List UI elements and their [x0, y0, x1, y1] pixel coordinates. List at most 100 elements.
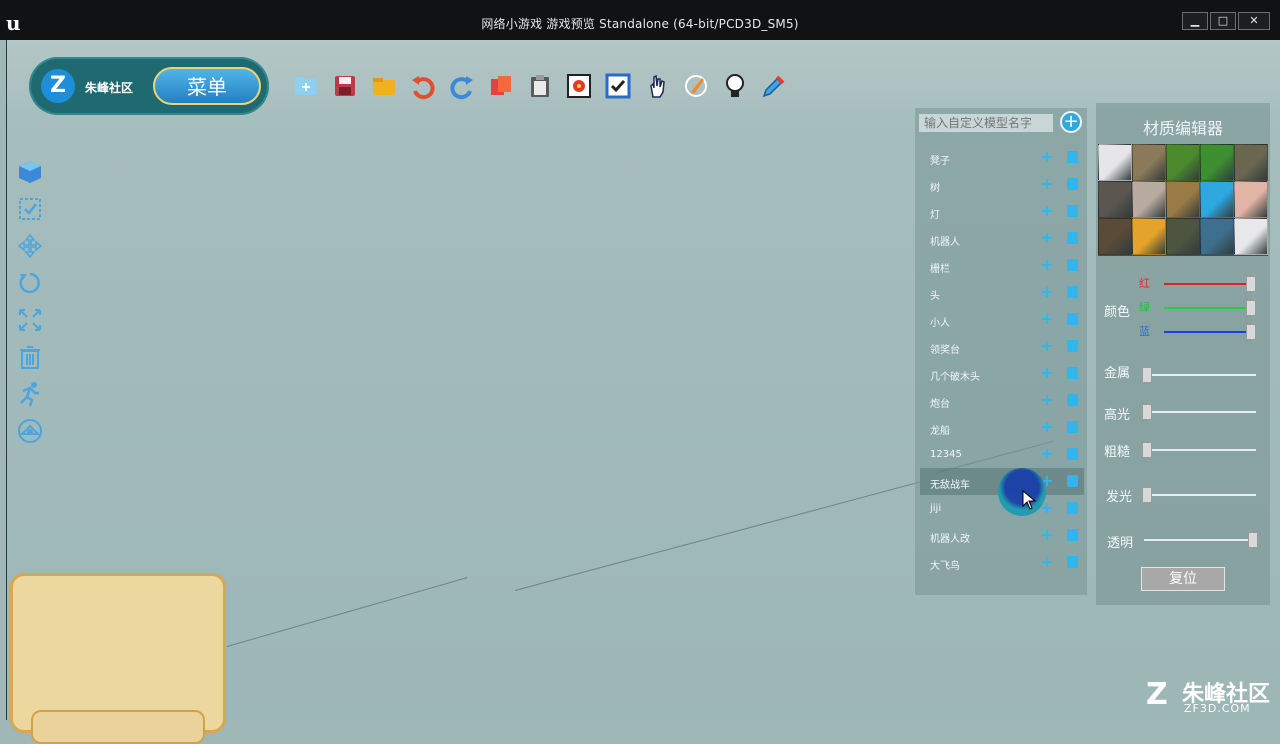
material-swatch[interactable]: [1200, 181, 1234, 218]
add-model-icon[interactable]: +: [1040, 203, 1054, 219]
delete-model-icon[interactable]: [1067, 205, 1078, 217]
add-model-icon[interactable]: +: [1040, 257, 1054, 273]
add-model-icon[interactable]: +: [1040, 446, 1054, 462]
blue-slider-knob[interactable]: [1246, 324, 1256, 340]
model-list-item[interactable]: 凳子 +: [920, 144, 1084, 171]
model-list-item[interactable]: 树 +: [920, 171, 1084, 198]
delete-model-icon[interactable]: [1067, 421, 1078, 433]
model-list-item[interactable]: 领奖台 +: [920, 333, 1084, 360]
roughness-slider-knob[interactable]: [1142, 442, 1152, 458]
delete-model-icon[interactable]: [1067, 259, 1078, 271]
window-titlebar[interactable]: u 网络小游戏 游戏预览 Standalone (64-bit/PCD3D_SM…: [0, 0, 1280, 40]
green-slider-track[interactable]: [1164, 307, 1256, 309]
specular-slider-knob[interactable]: [1142, 404, 1152, 420]
delete-model-icon[interactable]: [1067, 286, 1078, 298]
metal-slider-track[interactable]: [1142, 374, 1256, 376]
material-swatch[interactable]: [1200, 218, 1234, 255]
red-slider-track[interactable]: [1164, 283, 1256, 285]
delete-model-icon[interactable]: [1067, 232, 1078, 244]
material-swatch[interactable]: [1098, 218, 1132, 255]
add-model-icon[interactable]: +: [1040, 527, 1054, 543]
emissive-slider-knob[interactable]: [1142, 487, 1152, 503]
material-swatch[interactable]: [1098, 144, 1132, 181]
delete-model-icon[interactable]: [1067, 448, 1078, 460]
add-model-icon[interactable]: +: [1040, 392, 1054, 408]
specular-slider-track[interactable]: [1142, 411, 1256, 413]
add-folder-icon[interactable]: [290, 70, 321, 101]
redo-icon[interactable]: [446, 70, 477, 101]
hand-icon[interactable]: [641, 70, 672, 101]
delete-model-icon[interactable]: [1067, 502, 1078, 514]
delete-model-icon[interactable]: [1067, 313, 1078, 325]
material-swatch[interactable]: [1098, 181, 1132, 218]
camera-icon[interactable]: [16, 417, 44, 445]
delete-model-icon[interactable]: [1067, 556, 1078, 568]
material-swatch[interactable]: [1200, 144, 1234, 181]
model-list-item[interactable]: 龙船 +: [920, 414, 1084, 441]
target-icon[interactable]: [563, 70, 594, 101]
model-list-item[interactable]: 12345 +: [920, 441, 1084, 468]
model-search-input[interactable]: [918, 113, 1054, 133]
model-list-item[interactable]: 头 +: [920, 279, 1084, 306]
add-model-icon[interactable]: +: [1040, 554, 1054, 570]
undo-icon[interactable]: [407, 70, 438, 101]
move-icon[interactable]: [16, 232, 44, 260]
add-model-icon[interactable]: +: [1040, 311, 1054, 327]
model-list-item[interactable]: 大飞鸟 +: [920, 549, 1084, 576]
model-list-item[interactable]: 栅栏 +: [920, 252, 1084, 279]
emissive-slider-track[interactable]: [1142, 494, 1256, 496]
delete-model-icon[interactable]: [1067, 367, 1078, 379]
cube-icon[interactable]: [16, 158, 44, 186]
red-slider-knob[interactable]: [1246, 276, 1256, 292]
delete-model-icon[interactable]: [1067, 529, 1078, 541]
delete-model-icon[interactable]: [1067, 475, 1078, 487]
metal-slider-knob[interactable]: [1142, 367, 1152, 383]
opacity-slider-knob[interactable]: [1248, 532, 1258, 548]
run-icon[interactable]: [16, 380, 44, 408]
minimize-button[interactable]: ▁: [1182, 12, 1208, 30]
select-icon[interactable]: [16, 195, 44, 223]
model-list-item[interactable]: 几个破木头 +: [920, 360, 1084, 387]
scale-icon[interactable]: [16, 306, 44, 334]
green-slider-knob[interactable]: [1246, 300, 1256, 316]
add-model-icon[interactable]: +: [1040, 419, 1054, 435]
material-swatch[interactable]: [1234, 218, 1268, 255]
material-swatch[interactable]: [1234, 144, 1268, 181]
model-list-item[interactable]: 小人 +: [920, 306, 1084, 333]
delete-model-icon[interactable]: [1067, 178, 1078, 190]
material-swatch[interactable]: [1166, 144, 1200, 181]
add-model-button[interactable]: +: [1060, 111, 1082, 133]
checkbox-icon[interactable]: [602, 70, 633, 101]
menu-button[interactable]: 菜单: [153, 67, 261, 105]
delete-model-icon[interactable]: [1067, 340, 1078, 352]
model-list-item[interactable]: 机器人改 +: [920, 522, 1084, 549]
add-model-icon[interactable]: +: [1040, 365, 1054, 381]
add-model-icon[interactable]: +: [1040, 176, 1054, 192]
rotate-icon[interactable]: [16, 269, 44, 297]
material-swatch[interactable]: [1166, 181, 1200, 218]
material-swatch[interactable]: [1166, 218, 1200, 255]
add-model-icon[interactable]: +: [1040, 149, 1054, 165]
blue-slider-track[interactable]: [1164, 331, 1256, 333]
material-swatch[interactable]: [1234, 181, 1268, 218]
add-model-icon[interactable]: +: [1040, 338, 1054, 354]
trash-icon[interactable]: [16, 343, 44, 371]
close-button[interactable]: ✕: [1238, 12, 1270, 30]
roughness-slider-track[interactable]: [1142, 449, 1256, 451]
maximize-button[interactable]: □: [1210, 12, 1236, 30]
model-list-item[interactable]: 炮台 +: [920, 387, 1084, 414]
paste-icon[interactable]: [524, 70, 555, 101]
copy-icon[interactable]: [485, 70, 516, 101]
save-icon[interactable]: [329, 70, 360, 101]
open-folder-icon[interactable]: [368, 70, 399, 101]
add-model-icon[interactable]: +: [1040, 230, 1054, 246]
opacity-slider-track[interactable]: [1144, 539, 1258, 541]
delete-model-icon[interactable]: [1067, 394, 1078, 406]
material-swatch[interactable]: [1132, 181, 1166, 218]
model-list-item[interactable]: 机器人 +: [920, 225, 1084, 252]
delete-model-icon[interactable]: [1067, 151, 1078, 163]
light-bulb-icon[interactable]: [719, 70, 750, 101]
material-swatch[interactable]: [1132, 144, 1166, 181]
material-swatch[interactable]: [1132, 218, 1166, 255]
eyedropper-icon[interactable]: [758, 70, 789, 101]
